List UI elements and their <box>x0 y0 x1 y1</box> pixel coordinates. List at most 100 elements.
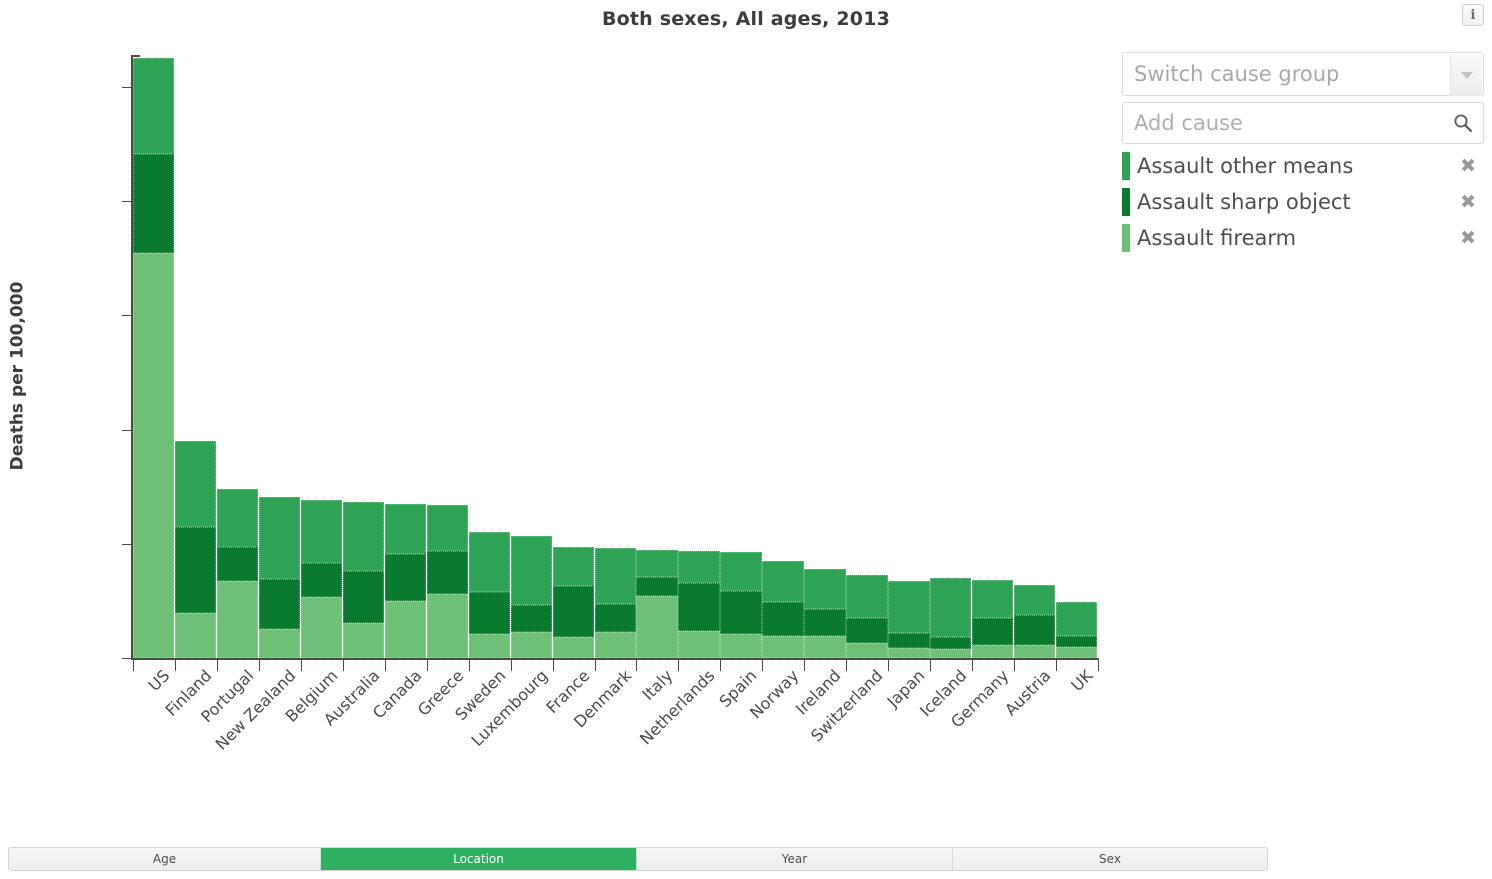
bar-segment[interactable] <box>384 554 427 601</box>
bar-segment[interactable] <box>930 648 972 658</box>
bar-segment[interactable] <box>384 600 427 658</box>
bar-segment[interactable] <box>720 551 762 591</box>
tab-age[interactable]: Age <box>9 848 321 870</box>
bar-segment[interactable] <box>174 526 217 614</box>
bar-segment[interactable] <box>636 576 678 597</box>
bar-segment[interactable] <box>216 547 259 582</box>
bar-segment[interactable] <box>972 580 1014 619</box>
bar-segment[interactable] <box>174 613 217 658</box>
chevron-down-icon[interactable] <box>1450 54 1482 96</box>
bar-segment[interactable] <box>174 441 217 527</box>
bar-segment[interactable] <box>258 629 301 658</box>
bar-segment[interactable] <box>720 634 762 658</box>
bar-segment[interactable] <box>510 535 552 606</box>
bar-segment[interactable] <box>762 560 804 603</box>
bar-segment[interactable] <box>300 500 343 564</box>
visualization-app: Both sexes, All ages, 2013 i Deaths per … <box>0 0 1492 879</box>
bar-segment[interactable] <box>888 632 930 648</box>
bar-segment[interactable] <box>720 590 762 634</box>
chart-plot-area: Deaths per 100,000 0.01.02.03.04.05.0 US… <box>0 0 1120 810</box>
x-axis-tick <box>762 660 764 671</box>
bar-segment[interactable] <box>133 154 175 253</box>
bar-segment[interactable] <box>636 549 678 577</box>
bar-segment[interactable] <box>972 618 1014 646</box>
x-axis-tick <box>468 660 470 671</box>
info-icon[interactable]: i <box>1462 4 1484 26</box>
bar-segment[interactable] <box>426 594 468 658</box>
bar-segment[interactable] <box>678 630 720 658</box>
bar-segment[interactable] <box>1056 636 1098 647</box>
bar-segment[interactable] <box>1056 602 1098 637</box>
bar-segment[interactable] <box>1056 646 1098 658</box>
bar-segment[interactable] <box>552 586 594 638</box>
bar-segment[interactable] <box>468 634 510 658</box>
bar-segment[interactable] <box>930 637 972 649</box>
search-icon[interactable] <box>1453 113 1473 133</box>
bar-segment[interactable] <box>216 581 259 658</box>
bar-segment[interactable] <box>552 547 594 587</box>
bar-segment[interactable] <box>930 578 972 638</box>
bar-segment[interactable] <box>552 637 594 658</box>
bar-segment[interactable] <box>804 636 846 658</box>
add-cause-field[interactable] <box>1122 102 1484 144</box>
bar-segment[interactable] <box>216 488 259 548</box>
bar-group <box>0 0 1120 700</box>
bar-segment[interactable] <box>846 643 888 658</box>
bar-segment[interactable] <box>258 496 301 580</box>
legend-item[interactable]: Assault sharp object ✖ <box>1122 184 1484 220</box>
add-cause-input[interactable] <box>1123 103 1483 143</box>
bar-segment[interactable] <box>510 631 552 658</box>
bar-segment[interactable] <box>258 579 301 630</box>
bar-segment[interactable] <box>636 596 678 658</box>
legend-color-swatch <box>1122 152 1130 180</box>
close-icon[interactable]: ✖ <box>1460 155 1476 177</box>
switch-cause-group-select[interactable]: Switch cause group <box>1122 52 1484 96</box>
bar-segment[interactable] <box>762 602 804 637</box>
bar-segment[interactable] <box>426 550 468 595</box>
legend-item[interactable]: Assault other means ✖ <box>1122 148 1484 184</box>
bar-segment[interactable] <box>1014 645 1056 658</box>
bar-segment[interactable] <box>846 574 888 619</box>
x-axis-tick <box>1014 660 1016 671</box>
bar-segment[interactable] <box>678 582 720 631</box>
tab-location[interactable]: Location <box>321 848 637 870</box>
bar-segment[interactable] <box>426 504 468 551</box>
x-axis-tick <box>133 660 134 671</box>
bar-segment[interactable] <box>594 631 636 658</box>
bar-segment[interactable] <box>594 604 636 632</box>
bar-segment[interactable] <box>804 568 846 609</box>
legend-item-label: Assault firearm <box>1137 226 1297 250</box>
x-axis-tick <box>384 660 386 671</box>
bar-segment[interactable] <box>762 636 804 658</box>
bar-segment[interactable] <box>133 252 175 658</box>
bar-segment[interactable] <box>1014 584 1056 615</box>
bar-segment[interactable] <box>972 645 1014 658</box>
x-axis-tick <box>594 660 596 671</box>
bar-segment[interactable] <box>678 550 720 583</box>
bar-segment[interactable] <box>133 58 175 155</box>
bar-segment[interactable] <box>510 605 552 632</box>
bar-segment[interactable] <box>342 571 385 623</box>
bar-segment[interactable] <box>468 591 510 634</box>
bar-segment[interactable] <box>888 647 930 658</box>
bar-segment[interactable] <box>342 501 385 572</box>
legend-item-label: Assault other means <box>1137 154 1354 178</box>
bar-segment[interactable] <box>846 618 888 644</box>
legend-item[interactable]: Assault firearm ✖ <box>1122 220 1484 256</box>
tab-sex[interactable]: Sex <box>953 848 1267 870</box>
bar-segment[interactable] <box>804 608 846 637</box>
bar-segment[interactable] <box>888 581 930 633</box>
tab-year[interactable]: Year <box>637 848 953 870</box>
close-icon[interactable]: ✖ <box>1460 191 1476 213</box>
bar-segment[interactable] <box>594 548 636 605</box>
legend-item-label: Assault sharp object <box>1137 190 1351 214</box>
bar-segment[interactable] <box>300 597 343 658</box>
x-axis-tick <box>1098 660 1099 671</box>
bar-segment[interactable] <box>384 503 427 555</box>
bar-segment[interactable] <box>468 532 510 592</box>
close-icon[interactable]: ✖ <box>1460 227 1476 249</box>
bar-segment[interactable] <box>1014 614 1056 646</box>
bar-segment[interactable] <box>300 563 343 598</box>
switch-cause-group-placeholder: Switch cause group <box>1134 62 1340 86</box>
bar-segment[interactable] <box>342 622 385 658</box>
